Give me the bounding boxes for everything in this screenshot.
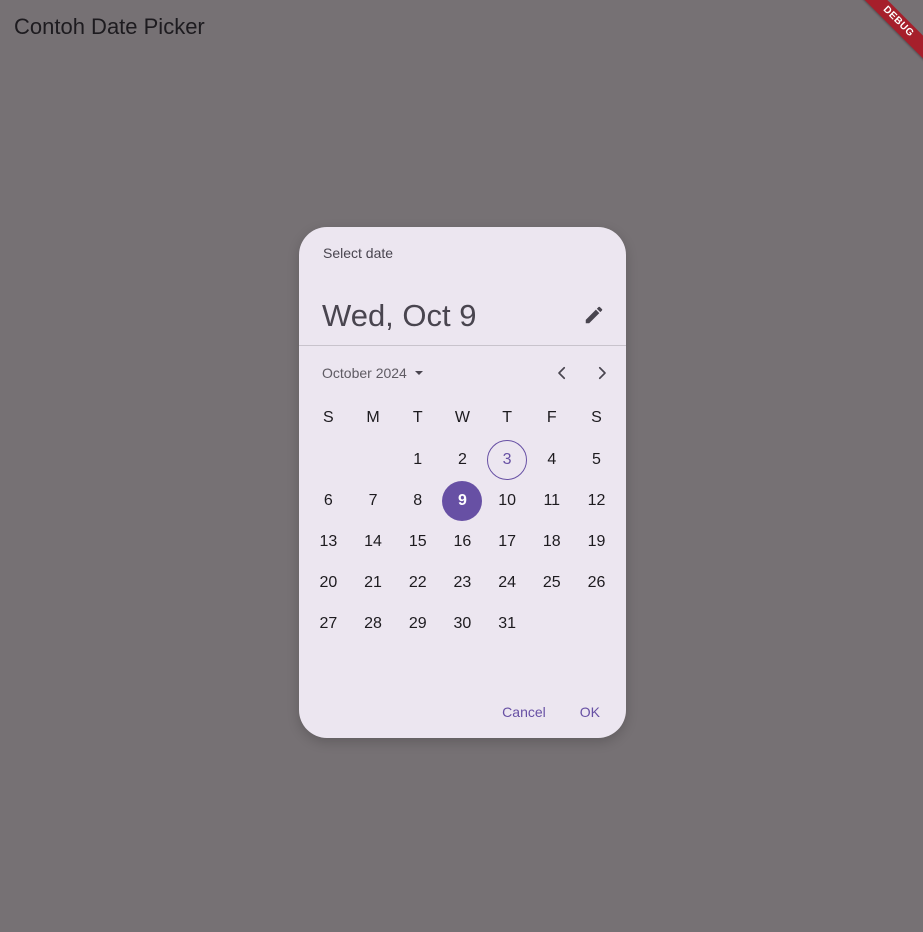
calendar-day-label: 10 [498, 491, 516, 509]
empty-day-cell [574, 604, 619, 645]
calendar-day-label: 15 [408, 532, 427, 550]
calendar-day[interactable]: 17 [485, 521, 530, 562]
empty-day-cell [351, 439, 396, 480]
calendar-day-label: 30 [453, 615, 472, 633]
calendar-day[interactable]: 5 [574, 439, 619, 480]
weekday-label: S [591, 409, 602, 426]
calendar-day[interactable]: 7 [351, 480, 396, 521]
calendar-day[interactable]: 6 [306, 480, 351, 521]
calendar-day-label: 4 [547, 450, 557, 468]
calendar-day-label: 22 [408, 574, 427, 592]
edit-input-mode-button[interactable] [578, 299, 610, 331]
calendar-day[interactable]: 25 [529, 563, 574, 604]
calendar-day[interactable]: 22 [395, 563, 440, 604]
calendar-day-label: 31 [498, 615, 516, 633]
weekday-label: T [502, 409, 512, 426]
calendar-day[interactable]: 8 [395, 480, 440, 521]
calendar-day[interactable]: 31 [485, 604, 530, 645]
calendar-day-label: 27 [319, 615, 338, 633]
calendar-day-label: 11 [543, 491, 561, 509]
calendar-day[interactable]: 16 [440, 521, 485, 562]
calendar-day-label: 6 [323, 491, 333, 509]
calendar-day-label: 23 [453, 574, 472, 592]
previous-month-button[interactable] [548, 359, 576, 387]
calendar-day-label: 14 [364, 532, 382, 550]
pencil-icon [585, 306, 603, 324]
header-label: Select date [323, 245, 394, 261]
calendar-day[interactable]: 12 [574, 480, 619, 521]
calendar-day-label: 28 [364, 615, 382, 633]
calendar-day[interactable]: 1 [395, 439, 440, 480]
calendar-day[interactable]: 3 [485, 439, 530, 480]
app-title: Contoh Date Picker [14, 14, 205, 39]
weekday-label: W [454, 409, 470, 426]
calendar-day-label: 17 [498, 532, 516, 550]
calendar-day[interactable]: 26 [574, 563, 619, 604]
calendar-day-label: 24 [498, 574, 516, 592]
next-month-button[interactable] [588, 359, 616, 387]
dialog-actions: Cancel OK [492, 700, 610, 724]
calendar-day[interactable]: 15 [395, 521, 440, 562]
chevron-left-icon [558, 366, 566, 380]
calendar-day[interactable]: 19 [574, 521, 619, 562]
chevron-right-icon [598, 366, 606, 380]
calendar-day-label: 18 [542, 532, 561, 550]
calendar-day[interactable]: 28 [351, 604, 396, 645]
calendar-day[interactable]: 29 [395, 604, 440, 645]
empty-day-cell [306, 439, 351, 480]
calendar-day-label: 1 [413, 450, 423, 468]
selected-date-headline: Wed, Oct 9 [322, 298, 477, 333]
calendar-day[interactable]: 11 [529, 480, 574, 521]
ok-button[interactable]: OK [570, 700, 610, 724]
debug-banner: DEBUG [853, 0, 923, 70]
calendar-day-label: 9 [442, 480, 483, 521]
calendar-day[interactable]: 14 [351, 521, 396, 562]
date-picker-dialog: Select date Wed, Oct 9 October 2024 S M … [299, 227, 626, 738]
calendar-day-label: 3 [487, 439, 528, 480]
weekday-label: T [412, 409, 423, 426]
calendar-day[interactable]: 2 [440, 439, 485, 480]
calendar-day-label: 21 [364, 574, 382, 592]
calendar-day-label: 26 [587, 574, 606, 592]
calendar-day[interactable]: 13 [306, 521, 351, 562]
calendar-day[interactable]: 4 [529, 439, 574, 480]
calendar-day[interactable]: 9 [440, 480, 485, 521]
calendar-day-label: 20 [319, 574, 338, 592]
calendar-day-label: 19 [587, 532, 606, 550]
calendar-day[interactable]: 10 [485, 480, 530, 521]
calendar-day-label: 29 [408, 615, 427, 633]
calendar-day[interactable]: 20 [306, 563, 351, 604]
cancel-button[interactable]: Cancel [492, 700, 556, 724]
empty-day-cell [529, 604, 574, 645]
header-divider [299, 345, 626, 346]
calendar-day[interactable]: 21 [351, 563, 396, 604]
calendar-day-label: 2 [457, 450, 467, 468]
weekday-label: F [546, 409, 557, 426]
calendar-day-label: 5 [592, 450, 601, 468]
calendar-day-label: 8 [413, 491, 423, 509]
month-year-label: October 2024 [322, 365, 407, 381]
month-year-dropdown[interactable]: October 2024 [322, 363, 427, 383]
debug-banner-label: DEBUG [853, 0, 923, 67]
calendar-day-label: 7 [368, 491, 378, 509]
calendar-day[interactable]: 27 [306, 604, 351, 645]
calendar-day-grid: 1 2 3 4 5 6 7 8 9 10 11 12 13 14 15 16 17 18 19 20 21 22 23 24 2… [306, 439, 619, 645]
calendar-day[interactable]: 23 [440, 563, 485, 604]
calendar-day-label: 25 [542, 574, 561, 592]
calendar-day[interactable]: 24 [485, 563, 530, 604]
calendar-day-label: 16 [453, 532, 472, 550]
caret-down-icon [414, 371, 423, 375]
calendar-day[interactable]: 30 [440, 604, 485, 645]
calendar-day-label: 12 [587, 491, 606, 509]
weekday-label: S [323, 409, 334, 426]
calendar-day-label: 13 [319, 532, 338, 550]
calendar-day[interactable]: 18 [529, 521, 574, 562]
weekday-label: M [366, 409, 380, 426]
weekday-header-row: S M T W T F S [306, 408, 619, 428]
